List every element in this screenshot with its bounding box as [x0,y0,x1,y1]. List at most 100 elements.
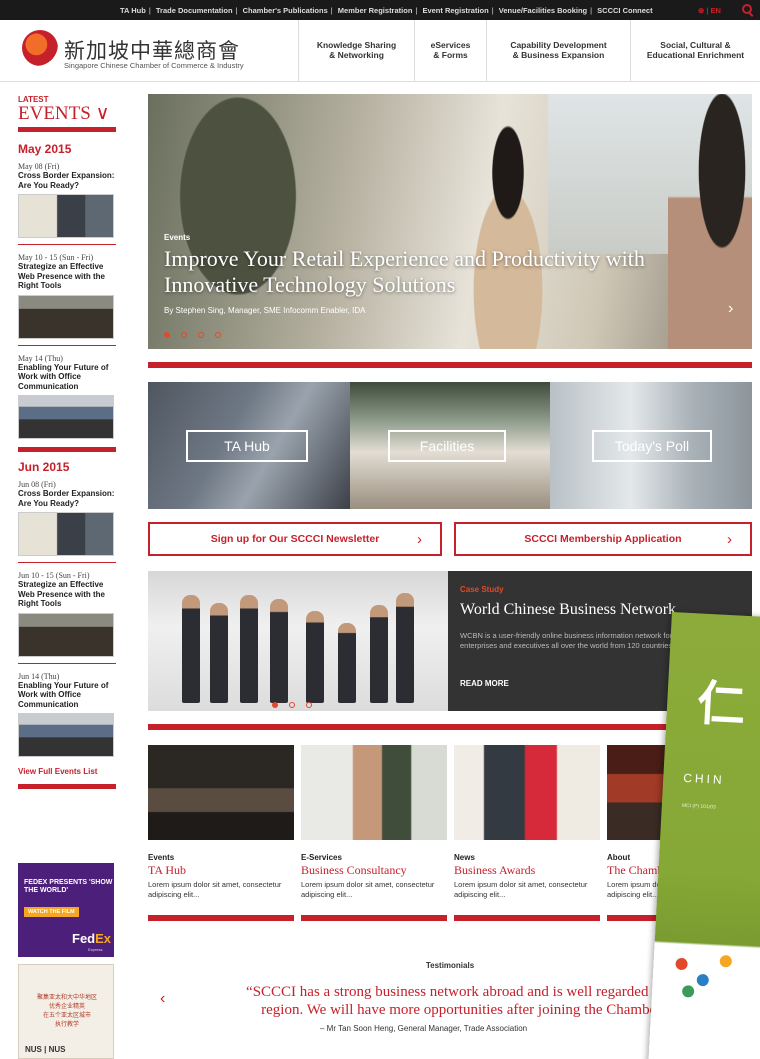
card-description: Lorem ipsum dolor sit amet, consectetur … [148,880,282,899]
newsletter-signup-button[interactable]: Sign up for Our SCCCI Newsletter › [148,522,442,556]
nus-logo: NUS | NUS [25,1045,66,1054]
event-item[interactable]: Jun 14 (Thu) Enabling Your Future of Wor… [18,671,116,757]
people-icon [719,954,733,968]
util-link-ta-hub[interactable]: TA Hub [120,6,146,15]
divider [148,915,294,921]
card-image[interactable] [301,745,447,840]
chevron-right-icon: › [417,531,422,548]
card-image[interactable] [454,745,600,840]
event-thumbnail[interactable] [18,612,114,657]
nav-capability-development[interactable]: Capability Development & Business Expans… [486,20,630,81]
event-item[interactable]: May 08 (Fri) Cross Border Expansion: Are… [18,162,116,245]
event-title[interactable]: Enabling Your Future of Work with Office… [18,681,116,710]
tile-ta-hub[interactable]: TA Hub [148,382,350,509]
util-link-trade-documentation[interactable]: Trade Documentation [156,6,233,15]
card-category: E-Services [301,853,342,862]
events-sidebar: LATEST EVENTS ∨ May 2015 May 08 (Fri) Cr… [18,95,116,789]
event-title[interactable]: Strategize an Effective Web Presence wit… [18,580,116,609]
view-all-events-link[interactable]: View Full Events List [18,767,116,776]
cta-label: Sign up for Our SCCCI Newsletter [210,533,380,545]
hero-title[interactable]: Improve Your Retail Experience and Produ… [164,246,724,298]
event-item[interactable]: May 10 - 15 (Sun - Fri) Strategize an Ef… [18,253,116,346]
events-heading[interactable]: EVENTS ∨ [18,104,116,124]
carousel-dot[interactable] [164,332,170,338]
event-date: Jun 14 (Thu) [18,671,60,681]
carousel-dot[interactable] [289,702,295,708]
util-link-sccci-connect[interactable]: SCCCI Connect [597,6,652,15]
carousel-dot[interactable] [198,332,204,338]
event-thumbnail[interactable] [18,294,114,339]
event-thumbnail[interactable] [18,713,114,757]
case-study-title[interactable]: World Chinese Business Network [460,601,676,619]
chevron-right-icon[interactable]: › [728,300,733,318]
card-title[interactable]: TA Hub [148,863,294,878]
event-title[interactable]: Cross Border Expansion: Are You Ready? [18,489,116,508]
util-link-event-registration[interactable]: Event Registration [422,6,488,15]
brochure-mci: MCI (P) 101/03 [681,802,716,811]
carousel-dot[interactable] [272,702,278,708]
photo-figure [396,593,414,703]
card-business-consultancy[interactable]: E-Services Business Consultancy Lorem ip… [301,745,447,921]
card-description: Lorem ipsum dolor sit amet, consectetur … [454,880,588,899]
read-more-link[interactable]: READ MORE [460,679,509,688]
fedex-ad-banner[interactable]: FEDEX PRESENTS 'SHOW THE WORLD' WATCH TH… [18,863,114,957]
event-item[interactable]: May 14 (Thu) Enabling Your Future of Wor… [18,354,116,452]
carousel-dot[interactable] [181,332,187,338]
util-link-member-registration[interactable]: Member Registration [338,6,413,15]
divider [301,915,447,921]
divider [148,362,752,368]
event-title[interactable]: Strategize an Effective Web Presence wit… [18,262,116,291]
membership-application-button[interactable]: SCCCI Membership Application › [454,522,752,556]
ad-title: FEDEX PRESENTS 'SHOW THE WORLD' [24,879,113,894]
testimonial-author: – Mr Tan Soon Heng, General Manager, Tra… [320,1024,528,1033]
language-label: | EN [706,6,721,15]
tile-todays-poll[interactable]: Today's Poll [550,382,752,509]
month-heading: Jun 2015 [18,460,70,474]
hero-photo-figure [668,94,752,349]
event-thumbnail[interactable] [18,395,114,439]
event-title[interactable]: Enabling Your Future of Work with Office… [18,363,116,392]
card-image[interactable] [148,745,294,840]
tile-label[interactable]: Facilities [388,430,506,462]
event-item[interactable]: Jun 10 - 15 (Sun - Fri) Strategize an Ef… [18,571,116,664]
chevron-right-icon: › [727,531,732,548]
case-study-label: Case Study [460,585,504,594]
month-heading: May 2015 [18,142,72,156]
watch-film-button[interactable]: WATCH THE FILM [24,907,79,917]
hero-carousel[interactable]: Events Improve Your Retail Experience an… [148,94,752,349]
card-ta-hub[interactable]: Events TA Hub Lorem ipsum dolor sit amet… [148,745,294,921]
fedex-logo: FedEx [72,931,111,946]
card-title[interactable]: Business Awards [454,863,600,878]
carousel-dot[interactable] [215,332,221,338]
nav-social-cultural[interactable]: Social, Cultural & Educational Enrichmen… [630,20,760,81]
case-study-photo[interactable] [148,571,448,711]
divider [18,662,116,664]
event-thumbnail[interactable] [18,194,114,238]
event-title[interactable]: Cross Border Expansion: Are You Ready? [18,171,116,190]
event-item[interactable]: Jun 08 (Fri) Cross Border Expansion: Are… [18,480,116,563]
chevron-left-icon[interactable]: ‹ [160,990,165,1008]
logo-english-name[interactable]: Singapore Chinese Chamber of Commerce & … [64,61,244,70]
divider [18,562,116,563]
event-date: Jun 08 (Fri) [18,480,56,489]
card-business-awards[interactable]: News Business Awards Lorem ipsum dolor s… [454,745,600,921]
logo-icon[interactable] [22,30,58,66]
card-title[interactable]: Business Consultancy [301,863,447,878]
ad-chinese-text: 聚集亚太和大中华地区 优秀企业精英 在五个亚太区城市 执行教学 [36,994,97,1028]
divider [18,244,116,245]
divider [148,724,752,730]
carousel-dot[interactable] [306,702,312,708]
tile-label[interactable]: TA Hub [186,430,308,462]
photo-figure [182,595,200,703]
divider [454,915,600,921]
util-link-publications[interactable]: Chamber's Publications [243,6,328,15]
nav-eservices[interactable]: eServices & Forms [414,20,486,81]
search-icon[interactable] [742,4,752,14]
tile-label[interactable]: Today's Poll [592,430,712,462]
tile-facilities[interactable]: Facilities [350,382,550,509]
event-thumbnail[interactable] [18,512,114,556]
util-link-venue-booking[interactable]: Venue/Facilities Booking [499,6,587,15]
nav-knowledge-sharing[interactable]: Knowledge Sharing & Networking [298,20,414,81]
nus-ad-banner[interactable]: 聚集亚太和大中华地区 优秀企业精英 在五个亚太区城市 执行教学 NUS | NU… [18,964,114,1059]
language-switch[interactable]: ⊕ | EN [698,6,721,15]
